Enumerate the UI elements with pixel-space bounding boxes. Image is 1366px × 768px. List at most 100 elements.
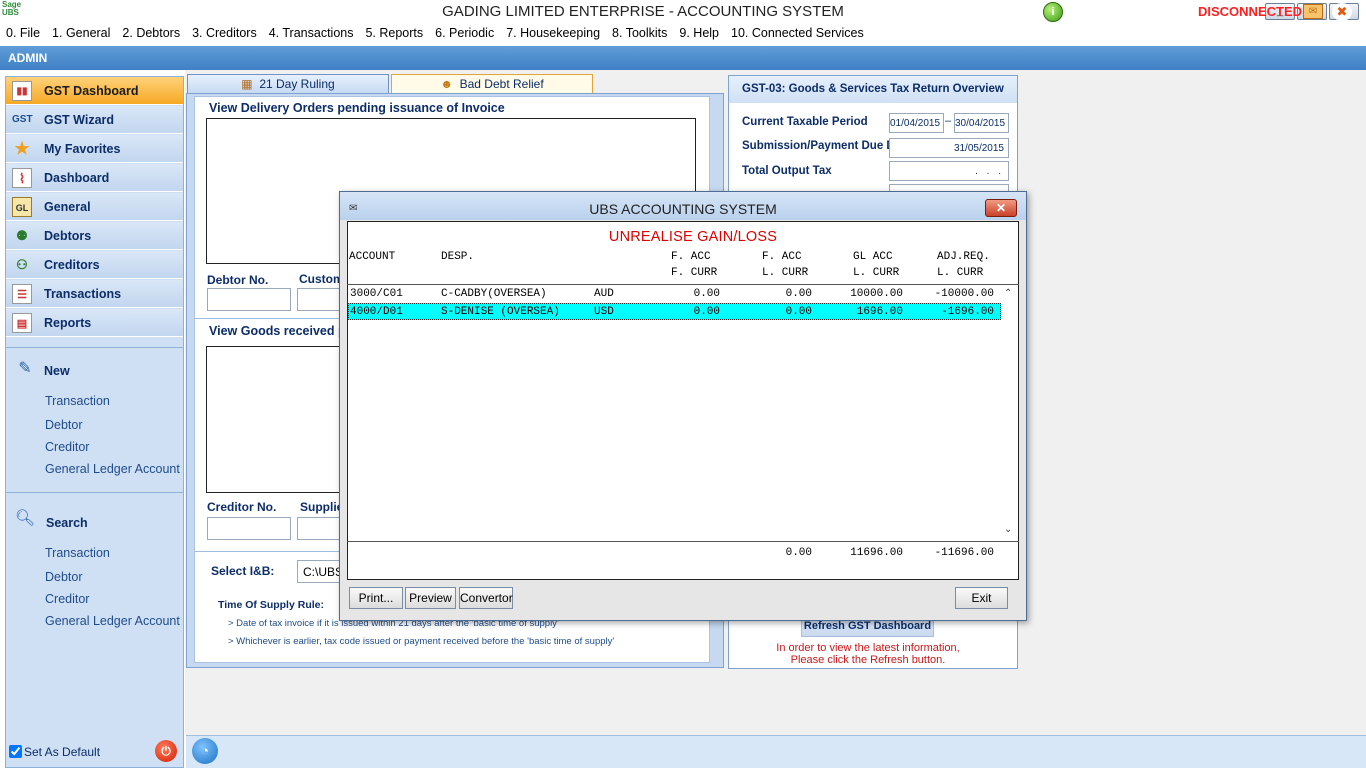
people-icon: ☻: [440, 77, 453, 91]
goods-received-list[interactable]: [206, 346, 346, 493]
debtors-icon: ⚉: [16, 228, 28, 243]
cell-f-curr: 0.00: [693, 288, 720, 300]
connect-status-icon[interactable]: i: [1043, 2, 1063, 22]
select-ib-field[interactable]: C:\UBS: [297, 560, 343, 583]
sidebar-item-dashboard[interactable]: ⌇ Dashboard: [6, 164, 183, 192]
sidebar-item-my-favorites[interactable]: ★ My Favorites: [6, 135, 183, 163]
cell-adj: -10000.00: [934, 288, 994, 300]
sidebar-item-reports[interactable]: ▤ Reports: [6, 309, 183, 337]
vertical-scrollbar[interactable]: ⌃ ⌄: [1001, 286, 1018, 541]
sidebar-item-label: Debtors: [44, 229, 92, 243]
search-section: 🔍︎ Search Transaction Debtor Creditor Ge…: [6, 500, 183, 635]
header-glacc-2: L. CURR: [853, 267, 900, 279]
menu-transactions[interactable]: 4. Transactions: [263, 24, 360, 42]
period-to-field[interactable]: 30/04/2015: [954, 113, 1009, 133]
menu-connected-services[interactable]: 10. Connected Services: [725, 24, 870, 42]
menu-reports[interactable]: 5. Reports: [359, 24, 429, 42]
sidebar-item-transactions[interactable]: ☰ Transactions: [6, 280, 183, 308]
scroll-up-icon[interactable]: ⌃: [1004, 288, 1012, 299]
chart-icon: ▮▮: [12, 81, 32, 101]
star-icon: ★: [14, 139, 30, 158]
due-date-field[interactable]: 31/05/2015: [889, 138, 1009, 158]
new-transaction-link[interactable]: Transaction: [45, 394, 110, 408]
search-icon: 🔍︎: [14, 510, 36, 527]
dialog-title: UBS ACCOUNTING SYSTEM: [589, 201, 777, 217]
new-creditor-link[interactable]: Creditor: [45, 440, 89, 454]
customer-label: Custom: [299, 272, 344, 286]
tab-bad-debt-relief[interactable]: ☻ Bad Debt Relief: [391, 74, 593, 94]
sidebar-item-label: GST Dashboard: [44, 84, 139, 98]
connect-status-label: Sage Connect Status :: [1070, 5, 1201, 20]
tools-icon[interactable]: ✖: [1332, 3, 1352, 21]
sidebar: ▮▮ GST Dashboard GST GST Wizard ★ My Fav…: [5, 76, 184, 768]
cell-gl: 1696.00: [856, 306, 903, 318]
due-date-label: Submission/Payment Due Date: [742, 140, 912, 152]
convertor-button[interactable]: Convertor: [459, 587, 513, 609]
menu-general[interactable]: 1. General: [46, 24, 116, 42]
cell-f-curr: 0.00: [693, 306, 720, 318]
search-gl-account-link[interactable]: General Ledger Account: [45, 614, 180, 628]
debtor-no-field[interactable]: [207, 288, 291, 311]
menu-help[interactable]: 9. Help: [673, 24, 725, 42]
sidebar-item-label: My Favorites: [44, 142, 121, 156]
set-default-label: Set As Default: [24, 745, 101, 759]
table-row-selected[interactable]: 4000/D01 S-DENISE (OVERSEA) USD 0.00 0.0…: [348, 303, 1001, 320]
print-button[interactable]: Print...: [349, 587, 403, 609]
cell-account: 4000/D01: [350, 306, 403, 318]
menu-periodic[interactable]: 6. Periodic: [429, 24, 500, 42]
header-account: ACCOUNT: [349, 251, 396, 263]
sidebar-item-gst-wizard[interactable]: GST GST Wizard: [6, 106, 183, 134]
sidebar-item-creditors[interactable]: ⚇ Creditors: [6, 251, 183, 279]
scroll-down-icon[interactable]: ⌄: [1004, 524, 1012, 535]
output-tax-label: Total Output Tax: [742, 165, 832, 177]
total-l-curr: 0.00: [785, 547, 812, 559]
taxable-period-label: Current Taxable Period: [742, 116, 868, 128]
header-desp: DESP.: [441, 251, 475, 263]
header-divider: [347, 284, 1019, 285]
menu-housekeeping[interactable]: 7. Housekeeping: [500, 24, 606, 42]
rss-icon[interactable]: ◔: [192, 738, 218, 764]
cell-desp: S-DENISE (OVERSEA): [441, 306, 560, 318]
menu-debtors[interactable]: 2. Debtors: [116, 24, 186, 42]
search-creditor-link[interactable]: Creditor: [45, 592, 89, 606]
tab-21-day-ruling[interactable]: ▦ 21 Day Ruling: [187, 74, 389, 94]
search-transaction-link[interactable]: Transaction: [45, 546, 110, 560]
customer-field[interactable]: [297, 288, 342, 311]
set-default-checkbox[interactable]: [9, 745, 22, 758]
sidebar-item-debtors[interactable]: ⚉ Debtors: [6, 222, 183, 250]
cell-currency: USD: [594, 306, 614, 318]
tab-label: Bad Debt Relief: [459, 77, 544, 91]
menu-file[interactable]: 0. File: [0, 24, 46, 42]
mail-icon[interactable]: ✉: [1303, 4, 1323, 19]
new-gl-account-link[interactable]: General Ledger Account: [45, 462, 180, 476]
new-debtor-link[interactable]: Debtor: [45, 418, 83, 432]
header-adj-2: L. CURR: [937, 267, 984, 279]
power-icon[interactable]: ⏻: [155, 740, 177, 762]
new-section-title: New: [44, 364, 70, 378]
set-default-option: Set As Default: [9, 745, 100, 759]
period-from-field[interactable]: 01/04/2015: [889, 113, 944, 133]
creditor-no-field[interactable]: [207, 517, 291, 540]
sidebar-item-gst-dashboard[interactable]: ▮▮ GST Dashboard: [6, 77, 183, 105]
exit-button[interactable]: Exit: [955, 587, 1008, 609]
dashboard-icon: ⌇: [12, 168, 32, 188]
header-facc-lcurr-1: F. ACC: [762, 251, 802, 263]
dialog-close-button[interactable]: ✕: [985, 199, 1017, 217]
menu-toolkits[interactable]: 8. Toolkits: [606, 24, 673, 42]
header-adj-1: ADJ.REQ.: [937, 251, 990, 263]
preview-button[interactable]: Preview: [405, 587, 456, 609]
refresh-note: In order to view the latest information,…: [760, 642, 976, 666]
status-bar: [186, 735, 1366, 768]
sidebar-item-label: Dashboard: [44, 171, 110, 185]
supplier-field[interactable]: [297, 517, 342, 540]
sidebar-item-general[interactable]: GL General: [6, 193, 183, 221]
output-tax-field[interactable]: . . .: [889, 161, 1009, 181]
table-row[interactable]: 3000/C01 C-CADBY(OVERSEA) AUD 0.00 0.00 …: [348, 286, 1001, 303]
search-debtor-link[interactable]: Debtor: [45, 570, 83, 584]
total-adj: -11696.00: [934, 547, 994, 559]
menu-creditors[interactable]: 3. Creditors: [186, 24, 263, 42]
report-title: UNREALISE GAIN/LOSS: [608, 229, 778, 245]
header-facc-lcurr-2: L. CURR: [762, 267, 809, 279]
sidebar-item-label: General: [44, 200, 91, 214]
cell-currency: AUD: [594, 288, 614, 300]
